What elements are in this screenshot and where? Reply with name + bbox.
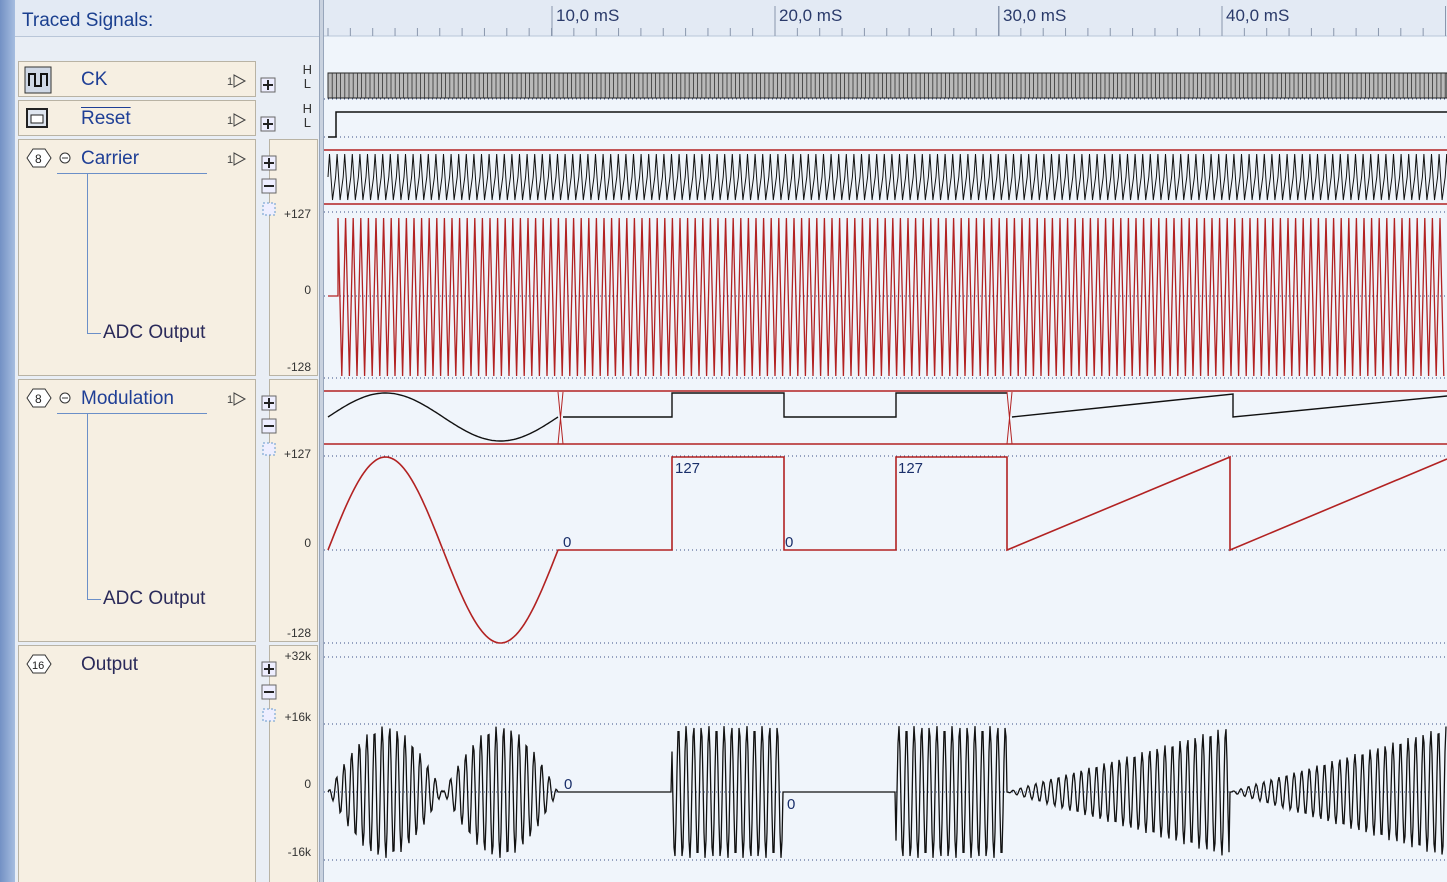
- ck-waveform: [327, 72, 1447, 99]
- bus-8bit-icon: 8: [26, 388, 71, 408]
- bus-8bit-icon: 8: [26, 148, 71, 168]
- signal-row-reset[interactable]: Reset 1: [18, 100, 256, 136]
- output-tick-zero: 0: [304, 777, 311, 791]
- reset-input-icon: [26, 108, 48, 128]
- modulation-child-adc-output[interactable]: ADC Output: [103, 588, 205, 610]
- carrier-scale: +127 0 -128: [261, 139, 318, 376]
- modulation-tick-top: +127: [283, 447, 311, 461]
- svg-text:8: 8: [35, 392, 42, 406]
- traced-signals-title: Traced Signals:: [22, 10, 154, 31]
- window-edge-strip: [0, 0, 15, 882]
- signal-name-output: Output: [81, 654, 139, 675]
- modulation-bus-waveform: [324, 390, 1447, 445]
- play-trace-icon[interactable]: 1: [227, 151, 247, 167]
- signal-row-output[interactable]: 16 Output: [18, 645, 256, 882]
- modulation-tick-bottom: -128: [286, 626, 311, 640]
- expand-plus-icon[interactable]: [260, 116, 278, 134]
- ck-low-label: L: [303, 76, 311, 91]
- carrier-child-adc-output[interactable]: ADC Output: [103, 322, 205, 344]
- output-scale: +32k +16k 0 -16k: [261, 645, 318, 882]
- tree-line: [87, 174, 88, 334]
- ck-scale: H L: [260, 61, 318, 97]
- modulation-scale: +127 0 -128: [261, 379, 318, 642]
- ruler-label-20ms: 20,0 mS: [779, 6, 842, 25]
- output-tick-32k: +32k: [284, 649, 311, 663]
- signal-name-reset: Reset: [81, 108, 131, 129]
- tree-branch: [87, 333, 101, 334]
- signal-name-ck: CK: [81, 69, 108, 90]
- carrier-tick-zero: 0: [304, 283, 311, 297]
- svg-text:1: 1: [227, 76, 233, 88]
- tree-branch: [87, 599, 101, 600]
- signal-name-modulation: Modulation: [81, 388, 174, 409]
- mod-value-label-0b: 0: [785, 534, 793, 551]
- carrier-tick-bottom: -128: [286, 360, 311, 374]
- output-tick-neg16k: -16k: [287, 845, 311, 859]
- signal-name-carrier: Carrier: [81, 148, 140, 169]
- reset-high-label: H: [302, 101, 312, 116]
- svg-text:16: 16: [32, 660, 44, 672]
- expand-plus-icon[interactable]: [260, 77, 278, 95]
- reset-low-label: L: [303, 115, 311, 130]
- traced-signals-header: Traced Signals:: [15, 0, 319, 37]
- modulation-tick-zero: 0: [304, 536, 311, 550]
- mod-value-label-127: 127: [675, 460, 700, 477]
- output-value-label-0b: 0: [787, 796, 795, 813]
- bus-16bit-icon: 16: [26, 654, 52, 674]
- signal-group-carrier[interactable]: 8 Carrier ADC Output 1: [18, 139, 256, 376]
- modulation-adc-waveform: [327, 455, 1447, 644]
- svg-text:1: 1: [227, 394, 233, 406]
- play-trace-icon[interactable]: 1: [227, 391, 247, 407]
- ruler-label-40ms: 40,0 mS: [1226, 6, 1289, 25]
- zoom-controls[interactable]: [261, 395, 279, 461]
- signal-group-modulation[interactable]: 8 Modulation ADC Output 1: [18, 379, 256, 642]
- carrier-underline: [57, 173, 207, 174]
- carrier-tick-top: +127: [283, 207, 311, 221]
- output-waveform: [327, 726, 1447, 858]
- mod-value-label-0: 0: [563, 534, 571, 551]
- mod-value-label-127b: 127: [898, 460, 923, 477]
- signal-row-ck[interactable]: CK 1: [18, 61, 256, 97]
- reset-scale: H L: [260, 100, 318, 136]
- carrier-bus-waveform: [324, 149, 1447, 205]
- carrier-adc-waveform: [328, 217, 1445, 377]
- svg-text:1: 1: [227, 115, 233, 127]
- ruler-label-30ms: 30,0 mS: [1003, 6, 1066, 25]
- ruler-label-10ms: 10,0 mS: [556, 6, 619, 25]
- output-tick-16k: +16k: [284, 710, 311, 724]
- dotted-guides: [324, 98, 1447, 861]
- clock-square-wave-icon: [24, 66, 52, 94]
- zoom-controls[interactable]: [261, 661, 279, 727]
- output-value-label-0: 0: [564, 776, 572, 793]
- ck-high-label: H: [302, 62, 312, 77]
- play-trace-icon[interactable]: 1: [227, 112, 247, 128]
- tree-line: [87, 414, 88, 600]
- modulation-underline: [57, 413, 207, 414]
- waveform-view[interactable]: 10,0 mS 20,0 mS 30,0 mS 40,0 mS 0 127 0 …: [324, 0, 1447, 882]
- zoom-controls[interactable]: [261, 155, 279, 221]
- svg-text:8: 8: [35, 152, 42, 166]
- reset-waveform: [328, 111, 1447, 138]
- svg-text:1: 1: [227, 154, 233, 166]
- play-trace-icon[interactable]: 1: [227, 73, 247, 89]
- waveform-canvas[interactable]: 10,0 mS 20,0 mS 30,0 mS 40,0 mS 0 127 0 …: [324, 0, 1447, 882]
